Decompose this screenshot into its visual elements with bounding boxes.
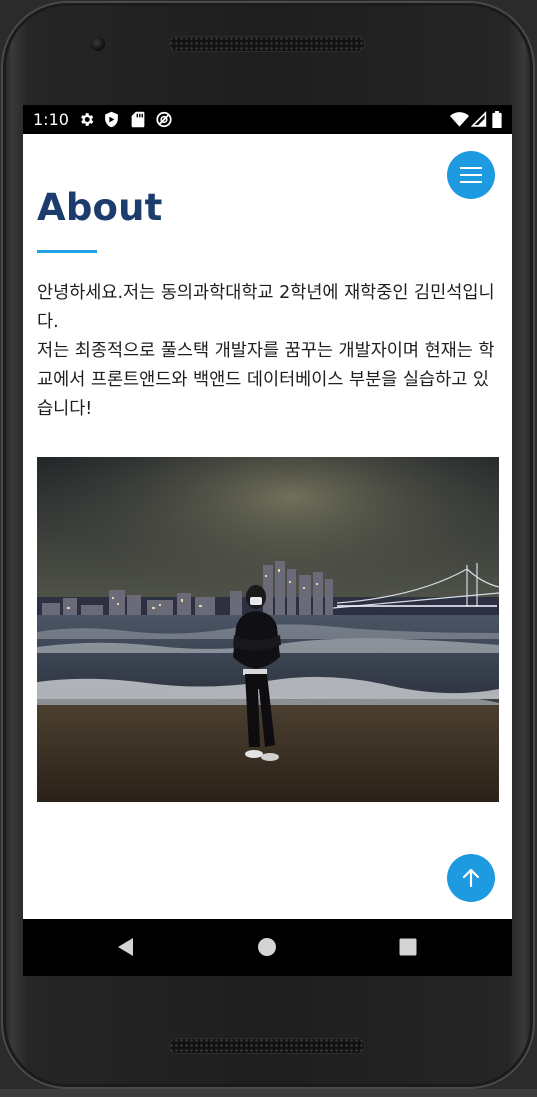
battery-icon <box>492 111 502 128</box>
title-underline <box>37 250 97 253</box>
device-screen: 1:10 About 안녕하세요.저는 동의과학대학교 2학년에 재학중인 김민… <box>23 105 512 976</box>
front-camera <box>91 37 105 51</box>
status-bar: 1:10 <box>23 105 512 134</box>
back-triangle-icon[interactable] <box>116 937 134 957</box>
home-circle-icon[interactable] <box>257 937 277 957</box>
top-speaker-grille <box>169 36 365 52</box>
page-title: About <box>37 186 163 229</box>
profile-photo <box>37 457 499 802</box>
navigation-bar <box>23 919 512 976</box>
intro-paragraph-1: 안녕하세요.저는 동의과학대학교 2학년에 재학중인 김민석입니다. <box>37 283 495 332</box>
sd-card-icon <box>131 111 145 128</box>
wifi-icon <box>450 112 469 127</box>
scroll-to-top-button[interactable] <box>447 854 495 902</box>
gear-icon <box>81 113 94 126</box>
recents-square-icon[interactable] <box>399 937 417 957</box>
intro-paragraph-2: 저는 최종적으로 풀스택 개발자를 꿈꾸는 개발자이며 현재는 학교에서 프론트… <box>37 341 495 419</box>
hamburger-icon <box>460 167 482 183</box>
arrow-up-icon <box>462 868 480 888</box>
status-time: 1:10 <box>33 110 69 129</box>
phone-frame: 1:10 About 안녕하세요.저는 동의과학대학교 2학년에 재학중인 김민… <box>1 1 535 1089</box>
signal-icon <box>471 111 487 127</box>
shield-icon <box>105 111 118 128</box>
intro-text: 안녕하세요.저는 동의과학대학교 2학년에 재학중인 김민석입니다. 저는 최종… <box>37 279 502 424</box>
bottom-speaker-grille <box>169 1038 365 1054</box>
web-content: About 안녕하세요.저는 동의과학대학교 2학년에 재학중인 김민석입니다.… <box>23 134 512 919</box>
desktop-background-strip <box>0 1089 537 1097</box>
do-not-disturb-icon <box>156 111 172 128</box>
menu-button[interactable] <box>447 151 495 199</box>
